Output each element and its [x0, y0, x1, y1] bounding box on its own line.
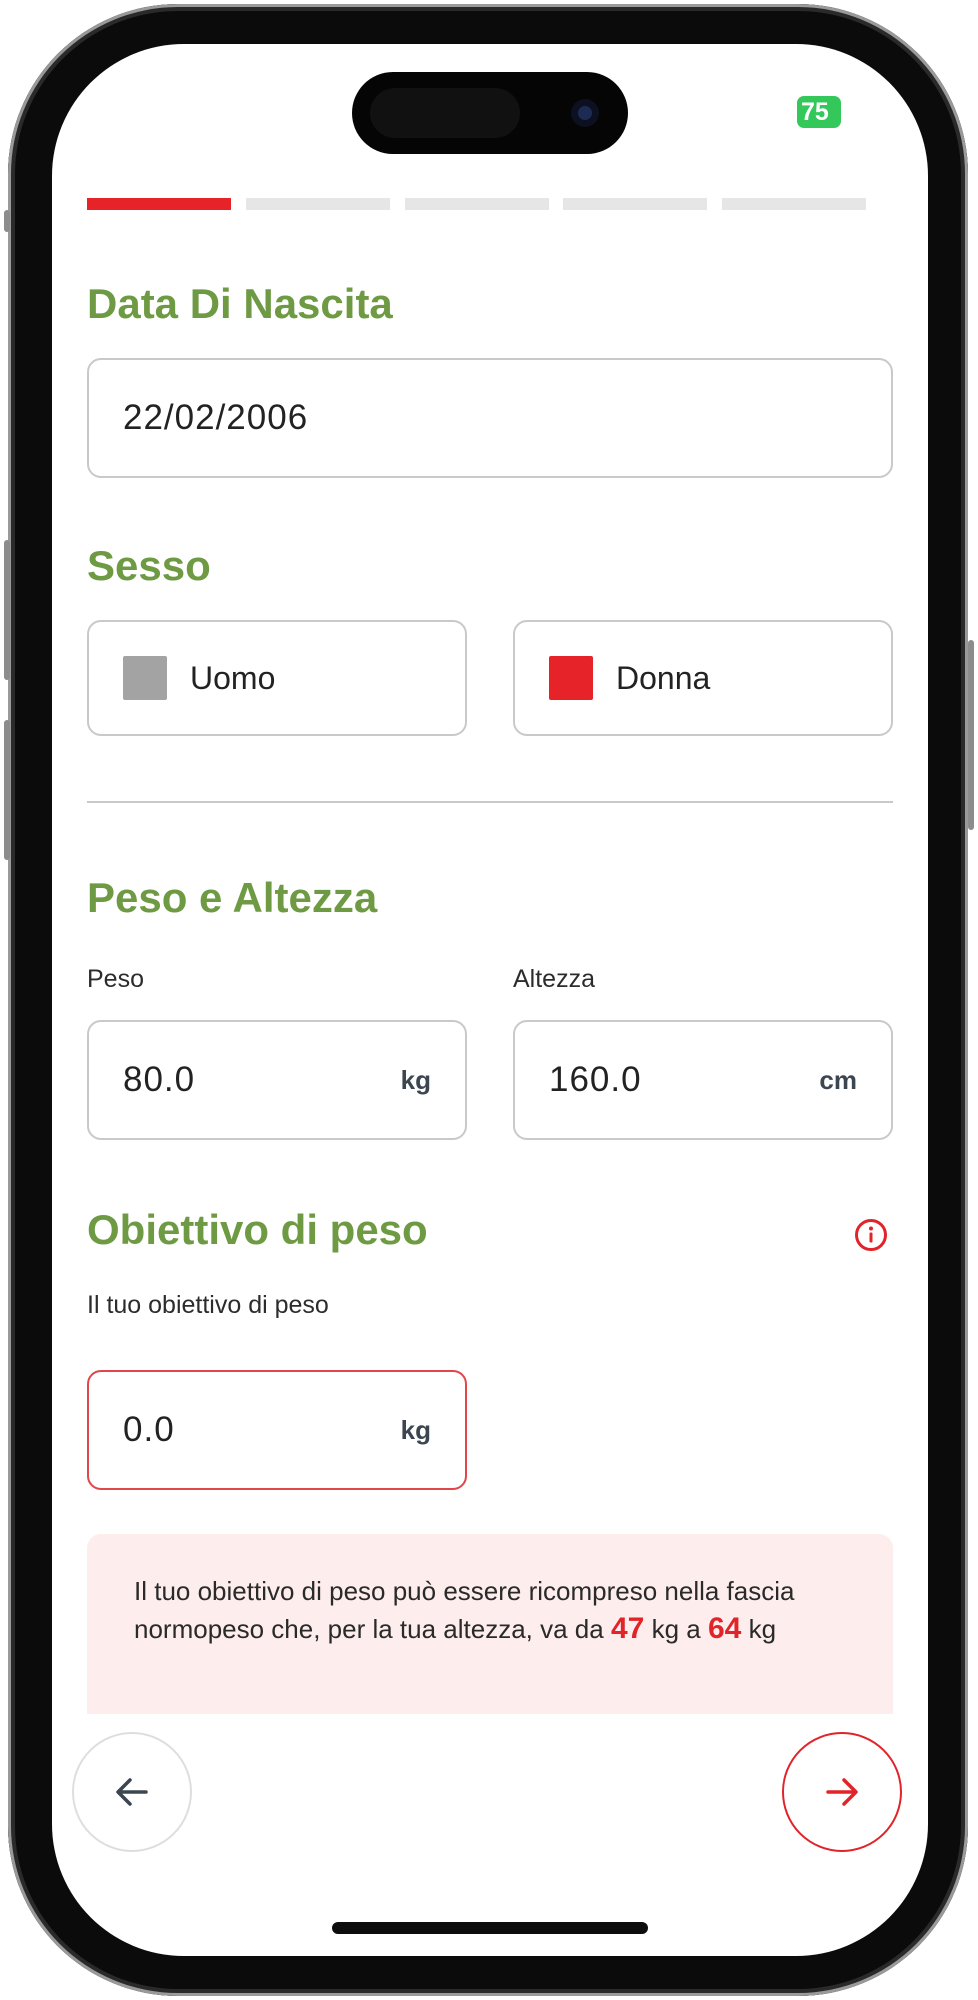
checkbox-unselected-icon [123, 656, 167, 700]
birth-date-field[interactable]: 22/02/2006 [87, 358, 893, 478]
progress-step [405, 198, 549, 210]
weight-label: Peso [87, 965, 144, 993]
back-button[interactable] [72, 1732, 192, 1852]
phone-volume-up [4, 540, 10, 680]
normal-weight-notice: Il tuo obiettivo di peso può essere rico… [87, 1534, 893, 1714]
height-input[interactable]: 160.0 cm [513, 1020, 893, 1140]
weight-goal-label: Il tuo obiettivo di peso [87, 1291, 329, 1319]
info-circle-icon[interactable] [854, 1218, 888, 1252]
arrow-left-icon [116, 1778, 148, 1806]
next-button[interactable] [782, 1732, 902, 1852]
phone-power-button [968, 640, 974, 830]
weight-goal-value: 0.0 [123, 1410, 175, 1449]
notice-min-weight: 47 [610, 1612, 645, 1645]
sex-option-male[interactable]: Uomo [87, 620, 467, 736]
phone-volume-down [4, 720, 10, 860]
sex-option-female[interactable]: Donna [513, 620, 893, 736]
progress-step [246, 198, 390, 210]
notice-text: Il tuo obiettivo di peso può essere rico… [134, 1572, 854, 1648]
weight-goal-input[interactable]: 0.0 kg [87, 1370, 467, 1490]
birth-date-value: 22/02/2006 [123, 398, 309, 437]
weight-value: 80.0 [123, 1060, 196, 1099]
birth-date-heading: Data Di Nascita [87, 280, 393, 327]
section-divider [87, 801, 893, 803]
arrow-right-icon [826, 1778, 858, 1806]
height-unit: cm [819, 1064, 857, 1095]
height-value: 160.0 [549, 1060, 642, 1099]
dynamic-island [352, 72, 628, 154]
notice-mid-text: kg a [651, 1614, 701, 1644]
step-progress-bar [87, 198, 867, 210]
camera-icon [571, 99, 599, 127]
app-screen: 75 Data Di Nascita 22/02/2006 Sesso Uomo… [52, 44, 928, 1956]
weight-goal-unit: kg [400, 1414, 431, 1445]
checkbox-selected-icon [549, 656, 593, 700]
sex-heading: Sesso [87, 542, 211, 589]
weight-unit: kg [400, 1064, 431, 1095]
progress-step [87, 198, 231, 210]
battery-indicator: 75 [797, 96, 841, 128]
weight-input[interactable]: 80.0 kg [87, 1020, 467, 1140]
weight-height-heading: Peso e Altezza [87, 874, 378, 921]
sex-option-label: Donna [616, 659, 711, 696]
height-label: Altezza [513, 965, 595, 993]
progress-step [722, 198, 866, 210]
notice-end-text: kg [748, 1614, 777, 1644]
phone-side-button [4, 210, 10, 232]
progress-step [563, 198, 707, 210]
island-pill [370, 88, 520, 138]
sex-option-label: Uomo [190, 659, 276, 696]
home-indicator[interactable] [332, 1922, 648, 1934]
weight-goal-heading: Obiettivo di peso [87, 1206, 428, 1253]
notice-max-weight: 64 [707, 1612, 742, 1645]
